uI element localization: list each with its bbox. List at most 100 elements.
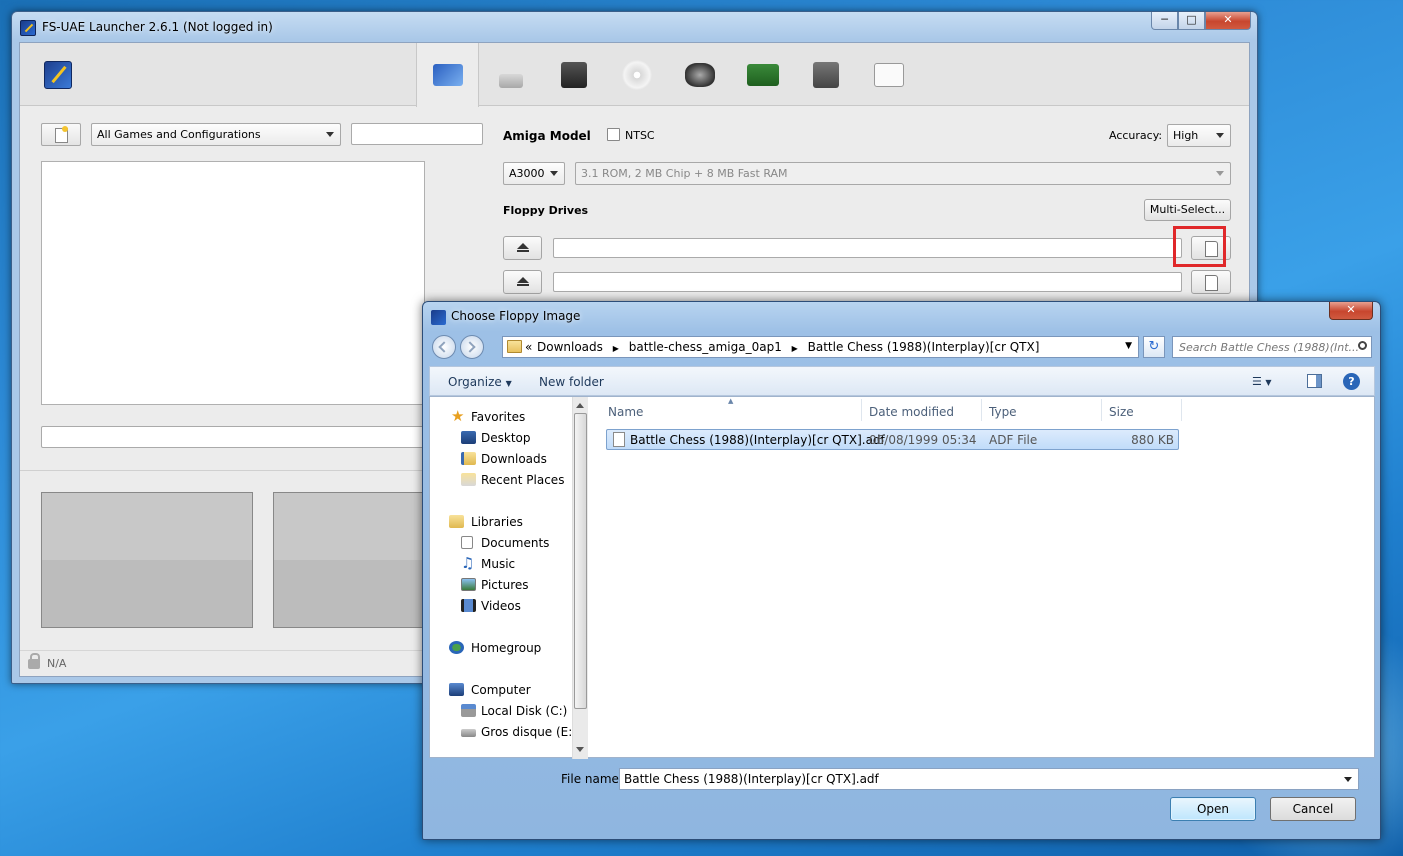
tab-input[interactable] — [479, 43, 542, 106]
game-filter-value: All Games and Configurations — [97, 128, 261, 141]
floppy-df1-path[interactable] — [553, 272, 1182, 292]
dialog-close-button[interactable]: ✕ — [1329, 302, 1373, 320]
libraries-icon — [449, 515, 464, 528]
nav-documents[interactable]: Documents — [461, 536, 549, 550]
column-separator — [1181, 399, 1182, 421]
floppy-df0-path[interactable] — [553, 238, 1182, 258]
lock-icon — [28, 653, 40, 669]
column-name[interactable]: Name — [608, 405, 643, 419]
nav-local-disk[interactable]: Local Disk (C:) — [461, 704, 567, 718]
breadcrumb-separator-icon[interactable]: ▶ — [613, 344, 619, 353]
breadcrumb-overflow-icon[interactable]: « — [525, 340, 532, 354]
launcher-menu-icon[interactable] — [44, 61, 72, 89]
search-input[interactable]: Search Battle Chess (1988)(Int... — [1172, 336, 1372, 358]
rom-config-value: 3.1 ROM, 2 MB Chip + 8 MB Fast RAM — [581, 167, 788, 180]
column-date[interactable]: Date modified — [869, 405, 954, 419]
amiga-model-select[interactable]: A3000 — [503, 162, 565, 185]
accuracy-select[interactable]: High — [1167, 124, 1231, 147]
nav-music[interactable]: ♫ Music — [461, 554, 515, 572]
file-row[interactable]: Battle Chess (1988)(Interplay)[cr QTX].a… — [606, 429, 1179, 450]
nav-homegroup[interactable]: Homegroup — [449, 641, 541, 655]
star-icon: ★ — [451, 407, 465, 425]
nav-scrollbar[interactable] — [572, 397, 588, 759]
tab-floppies[interactable] — [542, 43, 605, 106]
launcher-titlebar[interactable]: FS-UAE Launcher 2.6.1 (Not logged in) ─ … — [12, 12, 1257, 42]
folder-icon — [507, 340, 522, 353]
eject-df1-button[interactable] — [503, 270, 542, 294]
tab-hard-drives[interactable] — [668, 43, 731, 106]
nav-computer[interactable]: Computer — [449, 683, 531, 697]
expansion-card-icon — [746, 63, 779, 86]
breadcrumb-item[interactable]: Downloads — [537, 340, 603, 354]
tab-cdroms[interactable] — [605, 43, 668, 106]
tab-amiga-config[interactable] — [416, 43, 479, 107]
add-config-button[interactable] — [41, 123, 81, 146]
chevron-down-icon[interactable]: ▼ — [1125, 341, 1132, 351]
file-type: ADF File — [989, 433, 1038, 447]
nav-pictures[interactable]: Pictures — [461, 578, 529, 592]
close-button[interactable]: ✕ — [1205, 12, 1251, 30]
open-button[interactable]: Open — [1170, 797, 1256, 821]
address-bar[interactable]: « Downloads ▶ battle-chess_amiga_0ap1 ▶ … — [502, 336, 1139, 358]
breadcrumb-separator-icon[interactable]: ▶ — [792, 344, 798, 353]
highlight-box — [1173, 226, 1226, 267]
filename-input[interactable]: Battle Chess (1988)(Interplay)[cr QTX].a… — [619, 768, 1359, 790]
breadcrumb-item[interactable]: Battle Chess (1988)(Interplay)[cr QTX] — [808, 340, 1040, 354]
scroll-down-icon[interactable] — [576, 747, 584, 752]
refresh-button[interactable]: ↻ — [1143, 336, 1165, 358]
fs-uae-app-icon — [20, 20, 36, 36]
file-name: Battle Chess (1988)(Interplay)[cr QTX].a… — [630, 433, 885, 447]
navigation-pane: ★ Favorites Desktop Downloads Recent Plac… — [430, 397, 588, 759]
multi-select-button[interactable]: Multi-Select... — [1144, 199, 1231, 221]
scroll-up-icon[interactable] — [576, 403, 584, 408]
homegroup-icon — [449, 641, 464, 654]
minimize-button[interactable]: ─ — [1151, 12, 1178, 30]
nav-desktop[interactable]: Desktop — [461, 431, 531, 445]
chevron-down-icon — [1216, 171, 1224, 176]
panel-divider — [20, 470, 440, 471]
config-name-input[interactable] — [41, 426, 425, 448]
game-search-input[interactable] — [351, 123, 483, 145]
filename-value: Battle Chess (1988)(Interplay)[cr QTX].a… — [624, 772, 879, 786]
chevron-down-icon — [1216, 133, 1224, 138]
ntsc-checkbox[interactable] — [607, 128, 620, 141]
pictures-icon — [461, 578, 476, 591]
organize-menu[interactable]: Organize ▼ — [448, 375, 512, 389]
game-filter-select[interactable]: All Games and Configurations — [91, 123, 341, 146]
tab-hardware[interactable] — [731, 43, 794, 106]
file-date: 06/08/1999 05:34 — [869, 433, 977, 447]
forward-button[interactable] — [460, 335, 484, 359]
amiga-model-label: Amiga Model — [503, 129, 591, 143]
maximize-button[interactable]: □ — [1178, 12, 1205, 30]
fs-uae-app-icon — [431, 310, 446, 325]
tab-roms[interactable] — [794, 43, 857, 106]
scrollbar-thumb[interactable] — [574, 413, 587, 709]
accuracy-label: Accuracy: — [1109, 129, 1163, 142]
tab-additional[interactable] — [857, 43, 920, 106]
cancel-button[interactable]: Cancel — [1270, 797, 1356, 821]
nav-favorites[interactable]: ★ Favorites — [451, 407, 525, 425]
back-button[interactable] — [432, 335, 456, 359]
nav-libraries[interactable]: Libraries — [449, 515, 523, 529]
recent-places-icon — [461, 473, 476, 486]
preview-pane-icon[interactable] — [1307, 374, 1322, 388]
eject-df0-button[interactable] — [503, 236, 542, 260]
chevron-down-icon[interactable] — [1344, 777, 1352, 782]
column-size[interactable]: Size — [1109, 405, 1134, 419]
view-options-icon[interactable]: ☰ ▼ — [1252, 375, 1272, 388]
nav-recent-places[interactable]: Recent Places — [461, 473, 564, 487]
help-icon[interactable]: ? — [1343, 373, 1360, 390]
filename-label: File name: — [561, 772, 623, 786]
game-list[interactable] — [41, 161, 425, 405]
nav-gros-disque[interactable]: Gros disque (E:) — [461, 725, 577, 739]
browse-df1-button[interactable] — [1191, 270, 1231, 294]
new-folder-button[interactable]: New folder — [539, 375, 604, 389]
amiga-model-value: A3000 — [509, 167, 545, 180]
system-drive-icon — [461, 704, 476, 717]
breadcrumb-item[interactable]: battle-chess_amiga_0ap1 — [629, 340, 782, 354]
column-type[interactable]: Type — [989, 405, 1017, 419]
rom-config-select[interactable]: 3.1 ROM, 2 MB Chip + 8 MB Fast RAM — [575, 162, 1231, 185]
nav-downloads[interactable]: Downloads — [461, 452, 547, 466]
nav-videos[interactable]: Videos — [461, 599, 521, 613]
command-bar: Organize ▼ New folder ☰ ▼ ? — [429, 366, 1375, 396]
